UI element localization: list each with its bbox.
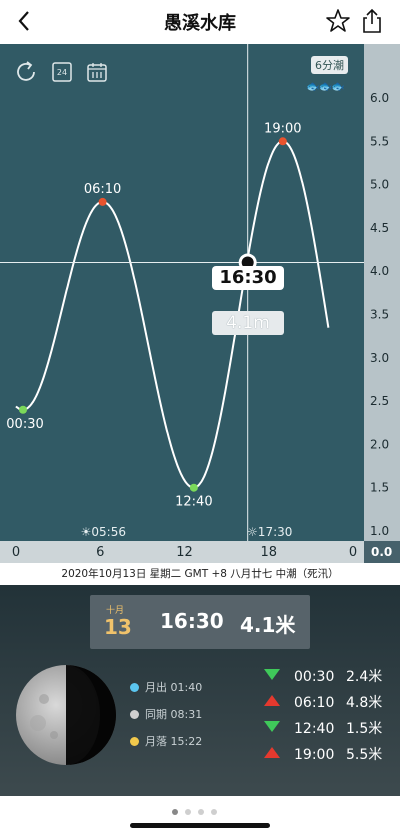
sunrise-label: ☀05:56 [81, 525, 126, 539]
tide-height: 2.4米 [346, 669, 383, 685]
y-tick-label: 5.5 [370, 134, 389, 148]
current-time: 16:30 [160, 609, 224, 633]
current-info-box: 十月 13 16:30 4.1米 [90, 595, 310, 649]
y-tick-label: 0.0 [371, 545, 392, 559]
high-tide-point [278, 137, 287, 146]
low-tide-point [189, 483, 198, 492]
y-tick-label: 1.5 [370, 481, 389, 495]
y-tick-label: 2.0 [370, 437, 389, 451]
low-tide-icon [264, 669, 280, 680]
y-tick-label: 4.0 [370, 264, 389, 278]
day-label: 13 [104, 615, 132, 639]
star-icon [326, 9, 350, 32]
moon-transit-row: 同期 08:31 [130, 706, 202, 724]
24h-icon: 24 [52, 62, 72, 82]
high-tide-icon [264, 695, 280, 706]
refresh-icon [17, 61, 35, 81]
six-minute-tide-badge[interactable]: 6分潮 [311, 56, 348, 74]
tide-height: 4.8米 [346, 695, 383, 711]
y-tick-label: 1.0 [370, 524, 389, 538]
current-height: 4.1米 [240, 613, 296, 637]
extremum-label: 12:40 [175, 495, 212, 510]
y-tick-label: 5.0 [370, 178, 389, 192]
page-dot[interactable] [211, 809, 217, 815]
x-tick-label: 0 [349, 545, 357, 560]
crosshair-height-label: 4.1m [212, 311, 284, 335]
y-tick-label: 4.5 [370, 221, 389, 235]
high-tide-icon [264, 747, 280, 758]
y-tick-label: 3.0 [370, 351, 389, 365]
tide-chart-svg: 6.0 5.5 5.0 4.5 4.0 3.5 3.0 2.5 2.0 1.5 1.0 0.0 0 6 12… [0, 44, 400, 563]
x-tick-label: 0 [12, 545, 20, 560]
date-info-line: 2020年10月13日 星期二 GMT +8 八月廿七 中潮（死汛） [0, 563, 400, 585]
x-tick-label: 12 [176, 545, 193, 560]
page-dot[interactable] [185, 809, 191, 815]
x-axis-band [0, 541, 400, 563]
low-tide-icon [264, 721, 280, 732]
tide-row: 00:30 2.4米 [264, 667, 382, 687]
refresh-button[interactable] [14, 60, 38, 84]
tide-time: 19:00 [294, 747, 335, 763]
page-dot[interactable] [198, 809, 204, 815]
tide-row: 06:10 4.8米 [264, 693, 382, 713]
calendar-icon [87, 63, 107, 82]
favorite-button[interactable] [324, 7, 352, 35]
share-button[interactable] [358, 7, 386, 35]
x-tick-label: 6 [96, 545, 104, 560]
moon-transit-label: 同期 08:31 [145, 708, 203, 721]
moonset-row: 月落 15:22 [130, 733, 202, 751]
low-tide-point [19, 405, 28, 414]
moonrise-label: 月出 01:40 [145, 681, 203, 694]
24h-button[interactable]: 24 [50, 60, 74, 84]
tide-time: 00:30 [294, 669, 335, 685]
y-tick-label: 6.0 [370, 91, 389, 105]
extremum-label: 00:30 [6, 417, 43, 432]
moonset-label: 月落 15:22 [145, 735, 203, 748]
moonrise-dot-icon [130, 683, 139, 692]
tide-row: 12:40 1.5米 [264, 719, 382, 739]
y-tick-label: 2.5 [370, 394, 389, 408]
page-dot[interactable] [172, 809, 178, 815]
tide-row: 19:00 5.5米 [264, 745, 382, 765]
calendar-button[interactable] [85, 60, 109, 84]
tide-height: 5.5米 [346, 747, 383, 763]
x-tick-label: 18 [260, 545, 277, 560]
y-tick-label: 3.5 [370, 308, 389, 322]
page-indicator[interactable] [172, 800, 224, 819]
share-icon [363, 8, 381, 33]
svg-text:24: 24 [57, 68, 67, 77]
header-bar: 愚溪水库 [0, 0, 400, 44]
moonset-dot-icon [130, 737, 139, 746]
crosshair-time-label: 16:30 [212, 266, 284, 290]
tide-chart[interactable]: 6.0 5.5 5.0 4.5 4.0 3.5 3.0 2.5 2.0 1.5 1.0 0.0 0 6 12… [0, 44, 400, 563]
moon-phase-icon [16, 665, 116, 765]
footer [0, 796, 400, 833]
tide-time: 06:10 [294, 695, 335, 711]
extremum-label: 19:00 [264, 121, 301, 136]
home-indicator [130, 823, 270, 828]
sunset-label: ☼17:30 [247, 525, 292, 539]
moon-transit-dot-icon [130, 710, 139, 719]
tide-detail-panel: 十月 13 16:30 4.1米 月出 01:40 同期 08:31 月落 15… [0, 585, 400, 796]
extremum-label: 06:10 [84, 182, 121, 197]
moonrise-row: 月出 01:40 [130, 679, 202, 697]
fish-rating-icon: 🐟🐟🐟 [306, 80, 345, 93]
high-tide-point [98, 197, 107, 206]
tide-time: 12:40 [294, 721, 335, 737]
tide-height: 1.5米 [346, 721, 383, 737]
